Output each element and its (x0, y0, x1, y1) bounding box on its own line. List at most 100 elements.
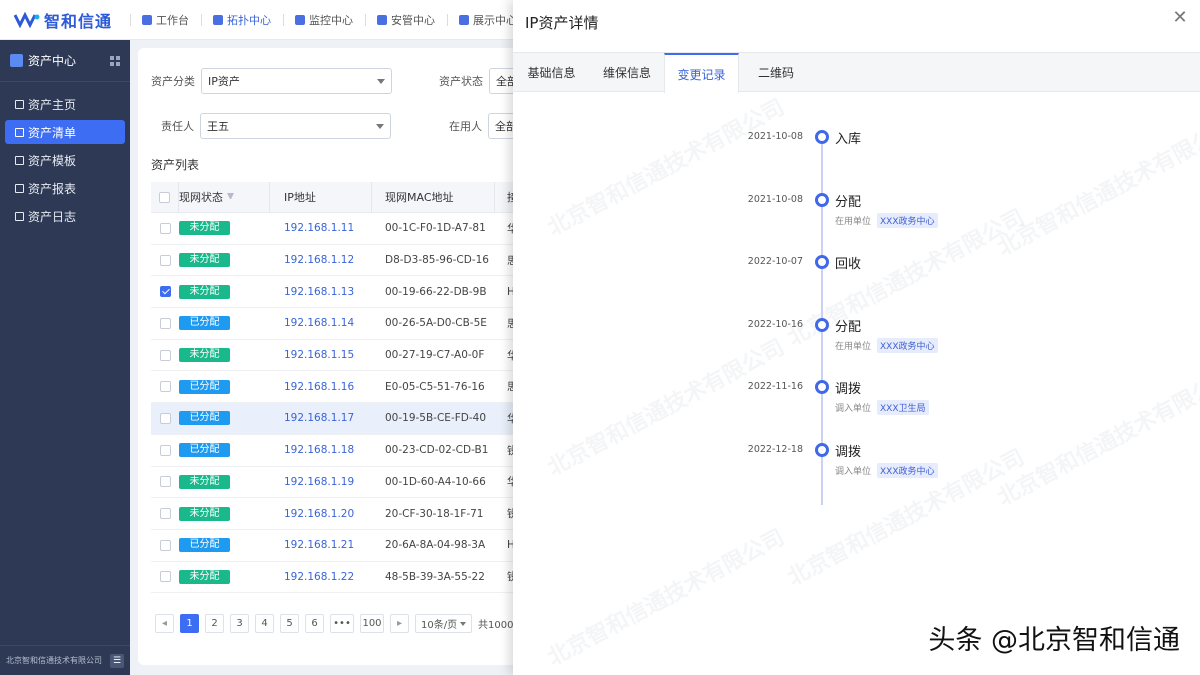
ip-link[interactable]: 192.168.1.11 (270, 222, 372, 234)
status-badge: 未分配 (179, 506, 230, 521)
topnav-item-1[interactable]: 拓扑中心 (201, 0, 283, 40)
row-checkbox[interactable] (159, 222, 171, 234)
row-checkbox[interactable] (159, 571, 171, 583)
table-row[interactable]: 已分配192.168.1.1400-26-5A-D0-CB-5E思科 (151, 308, 538, 340)
row-checkbox[interactable] (159, 412, 171, 424)
topnav-item-3[interactable]: 安管中心 (365, 0, 447, 40)
row-checkbox[interactable] (159, 508, 171, 520)
status-badge: 已分配 (179, 316, 230, 331)
timeline-node-icon (815, 380, 829, 394)
nav-divider (283, 13, 284, 26)
table-row[interactable]: 未分配192.168.1.2020-CF-30-18-1F-71锐捷 (151, 498, 538, 530)
topnav-label: 监控中心 (309, 13, 353, 27)
ip-link[interactable]: 192.168.1.13 (270, 286, 372, 298)
table-row[interactable]: 未分配192.168.1.1500-27-19-C7-A0-0F华为 (151, 340, 538, 372)
topnav-item-0[interactable]: 工作台 (130, 0, 201, 40)
page-button[interactable]: 100 (360, 614, 384, 633)
page-button[interactable]: ••• (330, 614, 354, 633)
category-select[interactable]: IP资产 (201, 68, 392, 94)
table-row[interactable]: 已分配192.168.1.1800-23-CD-02-CD-B1锐捷 (151, 435, 538, 467)
owner-select[interactable]: 王五 (200, 113, 391, 139)
ip-link[interactable]: 192.168.1.17 (270, 412, 372, 424)
row-checkbox[interactable] (159, 286, 171, 298)
ip-link[interactable]: 192.168.1.15 (270, 349, 372, 361)
menu-item-icon (15, 99, 24, 109)
table-row[interactable]: 未分配192.168.1.1900-1D-60-A4-10-66华为 (151, 467, 538, 499)
asset-list-title: 资产列表 (151, 158, 200, 172)
row-checkbox[interactable] (159, 476, 171, 488)
table-row[interactable]: 未分配192.168.1.12D8-D3-85-96-CD-16思科 (151, 245, 538, 277)
sidebar-item-3[interactable]: 资产报表 (5, 176, 125, 200)
ip-link[interactable]: 192.168.1.20 (270, 508, 372, 520)
status-badge: 已分配 (179, 379, 230, 394)
topnav-item-2[interactable]: 监控中心 (283, 0, 365, 40)
close-icon[interactable]: ✕ (1172, 9, 1188, 27)
sidebar-item-1[interactable]: 资产清单 (5, 120, 125, 144)
status-badge: 未分配 (179, 569, 230, 584)
page-button[interactable]: 2 (205, 614, 224, 633)
select-all-checkbox[interactable] (159, 191, 170, 203)
row-checkbox[interactable] (159, 539, 171, 551)
detail-label: 在用单位 (835, 216, 872, 227)
ip-link[interactable]: 192.168.1.22 (270, 571, 372, 583)
drawer-title: IP资产详情 (525, 13, 599, 32)
sidebar-item-0[interactable]: 资产主页 (5, 92, 125, 116)
tab-0[interactable]: 基础信息 (513, 53, 590, 92)
table-row[interactable]: 已分配192.168.1.1700-19-5B-CE-FD-40华为 (151, 403, 538, 435)
page-size-select[interactable]: 10条/页 (415, 614, 472, 633)
brand-logo[interactable]: 智和信通 (0, 0, 130, 40)
topnav-label: 展示中心 (473, 13, 517, 27)
table-row[interactable]: 已分配192.168.1.2120-6A-8A-04-98-3AH3C (151, 530, 538, 562)
prev-page-icon[interactable]: ◂ (155, 614, 174, 633)
filter-icon[interactable] (227, 193, 234, 201)
page-button[interactable]: 4 (255, 614, 274, 633)
sidebar-item-2[interactable]: 资产模板 (5, 148, 125, 172)
table-row[interactable]: 未分配192.168.1.2248-5B-39-3A-55-22锐捷 (151, 562, 538, 594)
grid-menu-icon[interactable] (110, 55, 120, 66)
mac-cell: 00-19-66-22-DB-9B (385, 285, 487, 298)
next-page-icon[interactable]: ▸ (390, 614, 409, 633)
table-row[interactable]: 未分配192.168.1.1300-19-66-22-DB-9BH3C (151, 276, 538, 309)
watermark-text: 北京智和信通技术有限公司 (543, 525, 789, 672)
page-button[interactable]: 5 (280, 614, 299, 633)
page-button[interactable]: 3 (230, 614, 249, 633)
page-button[interactable]: 6 (305, 614, 324, 633)
menu-item-icon (15, 127, 24, 137)
tab-1[interactable]: 维保信息 (590, 53, 664, 92)
ip-link[interactable]: 192.168.1.12 (270, 254, 372, 266)
status-badge: 未分配 (179, 474, 230, 489)
tab-3[interactable]: 二维码 (739, 53, 813, 92)
nav-divider (130, 13, 131, 26)
mac-cell: E0-05-C5-51-76-16 (385, 380, 485, 393)
sidebar-item-4[interactable]: 资产日志 (5, 204, 125, 228)
menu-item-icon (15, 155, 24, 165)
mac-cell: 00-1C-F0-1D-A7-81 (385, 222, 486, 235)
row-checkbox[interactable] (159, 317, 171, 329)
table-row[interactable]: 已分配192.168.1.16E0-05-C5-51-76-16思科 (151, 371, 538, 404)
ip-link[interactable]: 192.168.1.14 (270, 317, 372, 329)
row-checkbox[interactable] (159, 349, 171, 361)
table-row[interactable]: 未分配192.168.1.1100-1C-F0-1D-A7-81华为 (151, 213, 538, 245)
row-checkbox[interactable] (159, 254, 171, 266)
mac-cell: D8-D3-85-96-CD-16 (385, 254, 489, 267)
tab-2[interactable]: 变更记录 (664, 53, 739, 93)
ip-link[interactable]: 192.168.1.16 (270, 381, 372, 393)
ip-link[interactable]: 192.168.1.19 (270, 476, 372, 488)
menu-item-icon (15, 211, 24, 221)
topology-icon (213, 14, 223, 25)
collapse-sidebar-icon[interactable]: ☰ (110, 653, 124, 668)
page-size-value: 10条/页 (421, 620, 458, 631)
status-badge: 未分配 (179, 284, 230, 299)
status-badge: 未分配 (179, 221, 230, 236)
row-checkbox[interactable] (159, 381, 171, 393)
page-button[interactable]: 1 (180, 614, 199, 633)
timeline-date: 2022-10-16 (747, 318, 803, 330)
row-checkbox[interactable] (159, 444, 171, 456)
ip-link[interactable]: 192.168.1.18 (270, 444, 372, 456)
timeline-action: 调拨 (835, 444, 862, 460)
drawer-tabs: 基础信息 维保信息 变更记录 二维码 (513, 52, 1200, 93)
home-icon (142, 14, 152, 25)
topnav-label: 安管中心 (391, 13, 435, 27)
ip-link[interactable]: 192.168.1.21 (270, 539, 372, 551)
timeline-detail: 调入单位 XXX政务中心 (835, 462, 938, 478)
